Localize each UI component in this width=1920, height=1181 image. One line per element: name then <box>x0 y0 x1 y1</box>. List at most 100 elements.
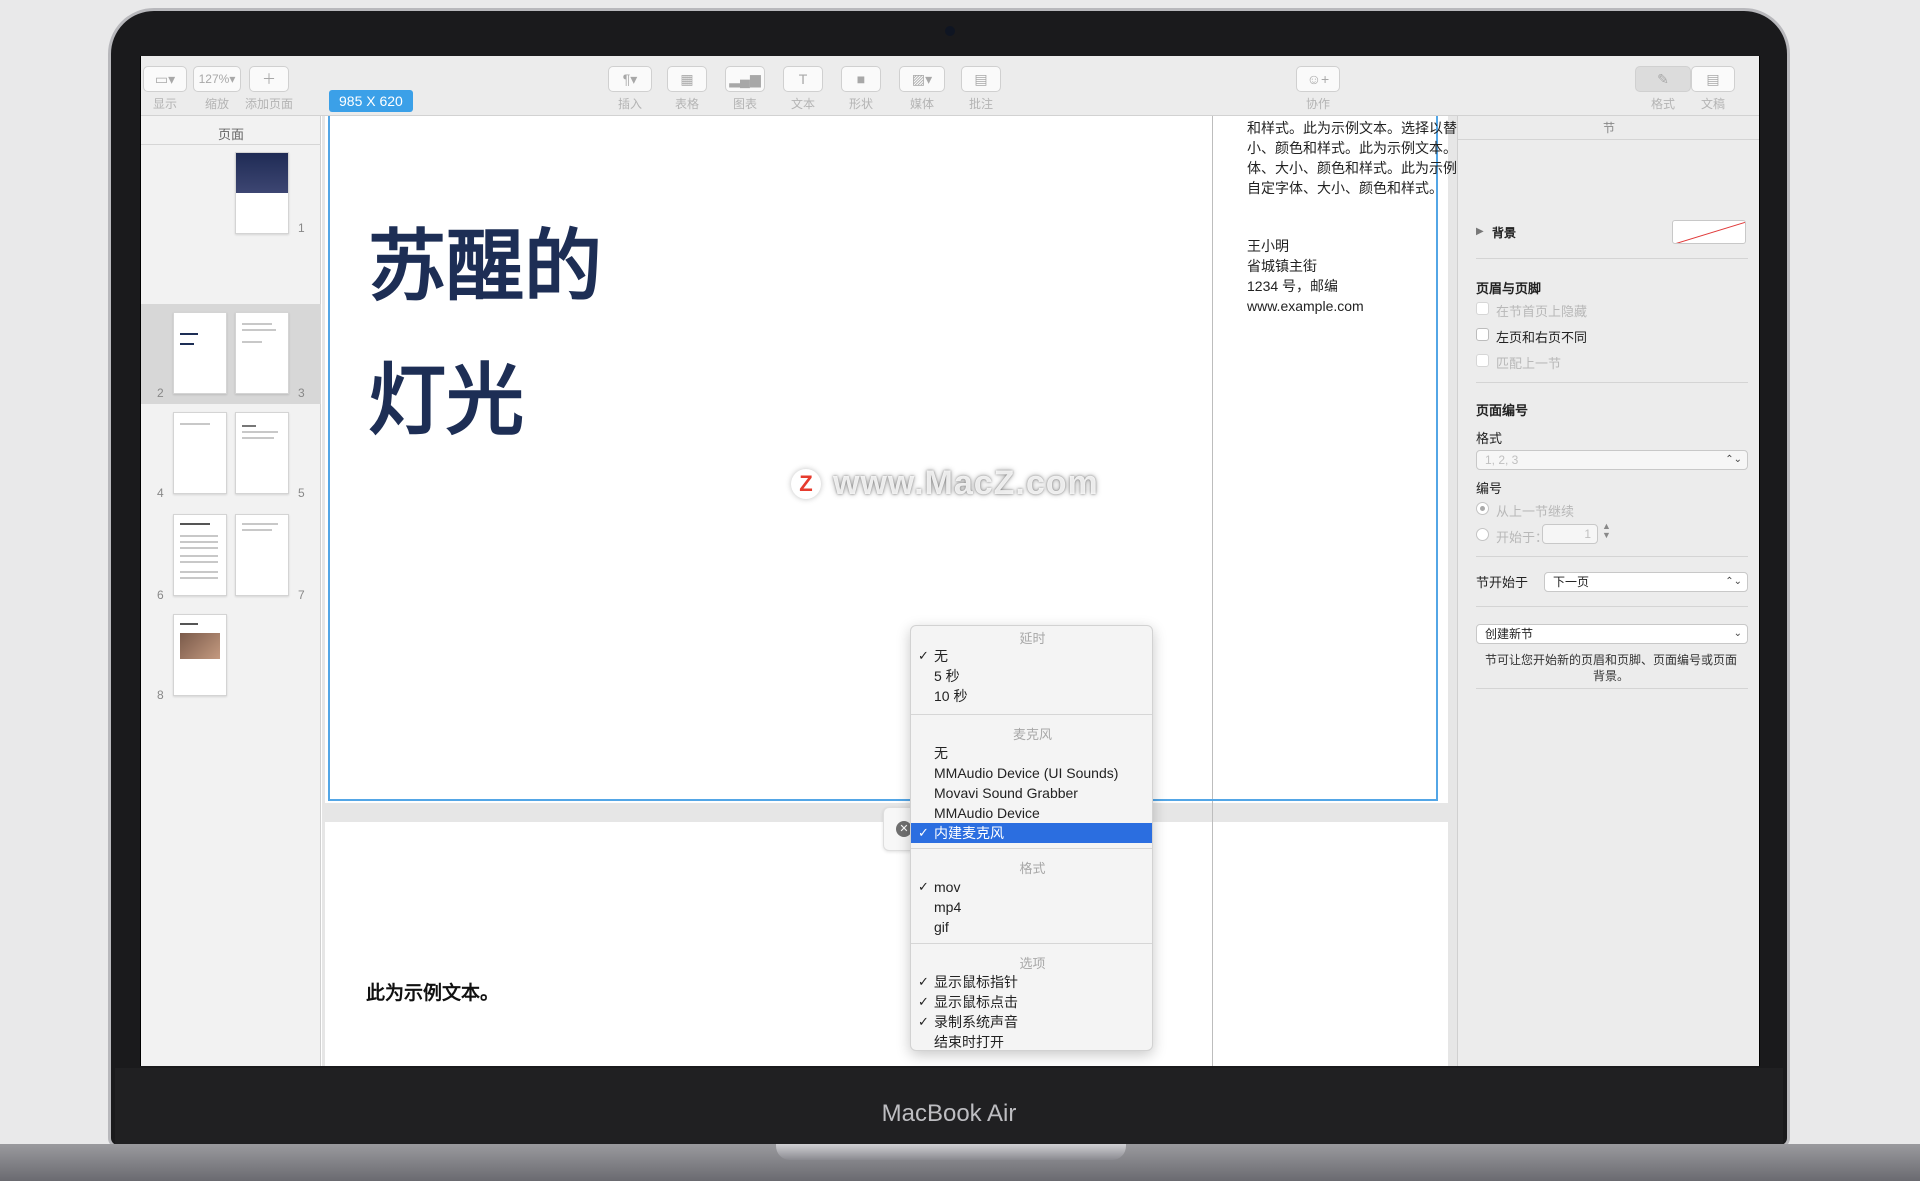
page-thumbnail-3[interactable] <box>235 312 289 394</box>
menu-item-mic-mmaudio[interactable]: MMAudio Device <box>911 803 1152 823</box>
insert-button[interactable]: ¶▾ 插入 <box>608 66 652 112</box>
collaborate-label: 协作 <box>1305 97 1330 111</box>
background-color-swatch[interactable] <box>1672 220 1746 244</box>
add-page-button[interactable]: ＋ 添加页面 <box>245 66 293 112</box>
menu-item-format-mov[interactable]: ✓ mov <box>911 877 1152 897</box>
address-line: 1234 号，邮编 <box>1247 278 1339 294</box>
format-label: 格式 <box>1476 431 1503 446</box>
menu-item-show-pointer[interactable]: ✓ 显示鼠标指针 <box>911 972 1152 992</box>
document-button[interactable]: ▤ 文稿 <box>1691 66 1735 112</box>
format-brush-icon: ✎ <box>1635 66 1691 92</box>
disclosure-triangle-icon[interactable]: ▶ <box>1476 226 1484 237</box>
chart-button[interactable]: ▂▄▆ 图表 <box>725 66 765 112</box>
document-label: 文稿 <box>1700 97 1725 111</box>
page-thumbnail-6[interactable] <box>173 514 227 596</box>
tab-section[interactable]: 节 <box>1458 116 1759 140</box>
menu-item-delay-none[interactable]: ✓ 无 <box>911 646 1152 666</box>
menu-separator <box>911 714 1152 715</box>
page-thumbnail-4[interactable] <box>173 412 227 494</box>
shape-button[interactable]: ■ 形状 <box>841 66 881 112</box>
add-page-icon: ＋ <box>249 66 289 92</box>
format-button[interactable]: ✎ 格式 <box>1635 66 1691 112</box>
media-button[interactable]: ▨▾ 媒体 <box>899 66 945 112</box>
stepper-icon[interactable]: ▲ ▼ <box>1602 522 1611 540</box>
page-thumbnail-2[interactable] <box>173 312 227 394</box>
numbering-label: 编号 <box>1476 481 1503 496</box>
menu-item-open-when-done[interactable]: 结束时打开 <box>911 1032 1152 1050</box>
add-page-label: 添加页面 <box>245 97 294 111</box>
device-brand: MacBook Air <box>881 1100 1017 1127</box>
page-number: 4 <box>157 486 164 500</box>
menu-item-format-gif[interactable]: gif <box>911 917 1152 937</box>
page-navigator: 页面 1 2 3 4 5 6 7 8 <box>141 116 321 1066</box>
menu-item-show-clicks[interactable]: ✓ 显示鼠标点击 <box>911 992 1152 1012</box>
document-title-line2[interactable]: 灯光 <box>368 338 524 450</box>
menu-separator <box>911 943 1152 944</box>
create-section-select[interactable]: 创建新节 ⌄ <box>1476 624 1748 644</box>
page-thumbnail-5[interactable] <box>235 412 289 494</box>
laptop-hinge-notch <box>776 1144 1126 1160</box>
start-at-field[interactable]: 1 <box>1542 524 1598 544</box>
menu-item-mic-none[interactable]: 无 <box>911 743 1152 763</box>
menu-item-mic-builtin[interactable]: ✓ 内建麦克风 <box>911 823 1152 843</box>
toolbar: ▭▾ 显示 127% ▾ 缩放 ＋ 添加页面 985 X 620 ¶▾ 插入 ▦ … <box>141 56 1759 116</box>
checkmark-icon: ✓ <box>918 994 929 1009</box>
match-previous-label: 匹配上一节 <box>1496 356 1562 371</box>
page-thumbnail-8[interactable] <box>173 614 227 696</box>
menu-item-delay-5s[interactable]: 5 秒 <box>911 666 1152 686</box>
watermark: Z www.MacZ.com <box>791 464 1099 503</box>
chart-icon: ▂▄▆ <box>725 66 765 92</box>
address-block[interactable]: 王小明 省城镇主街 1234 号，邮编 www.example.com <box>1247 236 1364 316</box>
comment-button[interactable]: ▤ 批注 <box>961 66 1001 112</box>
collaborate-icon: ☺+ <box>1296 66 1340 92</box>
zoom-value: 127% ▾ <box>193 66 241 92</box>
selected-page-highlight <box>141 304 321 404</box>
paragraph-icon: ¶▾ <box>608 66 652 92</box>
start-at-label: 开始于： <box>1496 530 1549 545</box>
left-right-different-checkbox[interactable] <box>1476 328 1489 341</box>
shape-label: 形状 <box>848 97 873 111</box>
sample-text[interactable]: 此为示例文本。 <box>366 978 499 1005</box>
document-canvas: 苏醒的 灯光 和样式。此为示例文本。选择以替换为您自己的文本。您可以自定字体、大… <box>322 116 1723 1066</box>
table-button[interactable]: ▦ 表格 <box>667 66 707 112</box>
document-title-line1[interactable]: 苏醒的 <box>368 204 602 316</box>
page-number: 7 <box>298 588 305 602</box>
section-starts-select[interactable]: 下一页 ⌃⌄ <box>1544 572 1748 592</box>
table-icon: ▦ <box>667 66 707 92</box>
view-button[interactable]: ▭▾ 显示 <box>143 66 187 112</box>
selection-size-badge: 985 X 620 <box>329 90 413 112</box>
collaborate-button[interactable]: ☺+ 协作 <box>1296 66 1340 112</box>
menu-item-delay-10s[interactable]: 10 秒 <box>911 686 1152 706</box>
text-button[interactable]: T 文本 <box>783 66 823 112</box>
camera <box>945 26 955 36</box>
number-format-select[interactable]: 1, 2, 3 ⌃⌄ <box>1476 450 1748 470</box>
menu-item-format-mp4[interactable]: mp4 <box>911 897 1152 917</box>
start-at-radio[interactable] <box>1476 528 1489 541</box>
page-number: 2 <box>157 386 164 400</box>
page-thumbnail-7[interactable] <box>235 514 289 596</box>
section-note: 节可让您开始新的页眉和页脚、页面编号或页面背景。 <box>1484 653 1737 683</box>
zoom-button[interactable]: 127% ▾ 缩放 <box>193 66 241 112</box>
checkmark-icon: ✓ <box>918 825 929 840</box>
divider <box>1476 382 1748 383</box>
match-previous-checkbox[interactable] <box>1476 354 1489 367</box>
checkmark-icon: ✓ <box>918 1014 929 1029</box>
text-label: 文本 <box>790 97 815 111</box>
view-label: 显示 <box>152 97 177 111</box>
page-number: 8 <box>157 688 164 702</box>
menu-item-record-system-audio[interactable]: ✓ 录制系统声音 <box>911 1012 1152 1032</box>
continue-previous-radio[interactable] <box>1476 502 1489 515</box>
comment-icon: ▤ <box>961 66 1001 92</box>
media-label: 媒体 <box>909 97 934 111</box>
media-icon: ▨▾ <box>899 66 945 92</box>
left-right-different-label: 左页和右页不同 <box>1496 330 1588 345</box>
menu-item-mic-mmaudio-ui[interactable]: MMAudio Device (UI Sounds) <box>911 763 1152 783</box>
page-thumbnail-1[interactable] <box>235 152 289 234</box>
menu-item-mic-movavi[interactable]: Movavi Sound Grabber <box>911 783 1152 803</box>
page-number: 6 <box>157 588 164 602</box>
hide-on-first-checkbox[interactable] <box>1476 302 1489 315</box>
checkmark-icon: ✓ <box>918 974 929 989</box>
text-icon: T <box>783 66 823 92</box>
address-line: 省城镇主街 <box>1247 258 1317 274</box>
page-number: 5 <box>298 486 305 500</box>
